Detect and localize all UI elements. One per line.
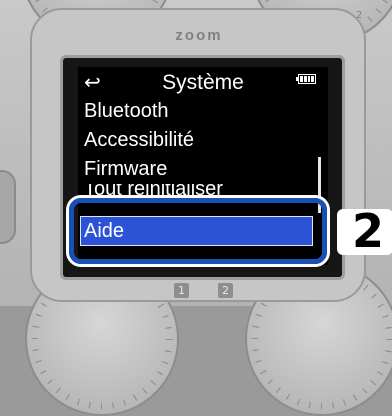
callout-highlight bbox=[69, 198, 327, 264]
battery-bar bbox=[300, 76, 303, 82]
battery-bar bbox=[311, 76, 314, 82]
battery-bar bbox=[307, 76, 311, 82]
screen-title: Système bbox=[162, 71, 244, 94]
battery-bar bbox=[303, 76, 307, 82]
step-number: 2 bbox=[351, 204, 384, 258]
menu-item-accessibility[interactable]: Accessibilité bbox=[84, 126, 312, 154]
brand-logo: zoom bbox=[175, 27, 223, 44]
menu-item-reset-all[interactable]: Tout réinitialiser bbox=[84, 184, 312, 198]
channel-button-2[interactable]: 2 bbox=[218, 283, 233, 298]
side-control bbox=[0, 170, 16, 244]
screen-header: ↩ Système bbox=[78, 67, 328, 99]
menu-item-bluetooth[interactable]: Bluetooth bbox=[84, 97, 312, 125]
channel-button-1[interactable]: 1 bbox=[174, 283, 189, 298]
battery-icon bbox=[296, 74, 316, 84]
menu-item-firmware[interactable]: Firmware bbox=[84, 155, 312, 183]
